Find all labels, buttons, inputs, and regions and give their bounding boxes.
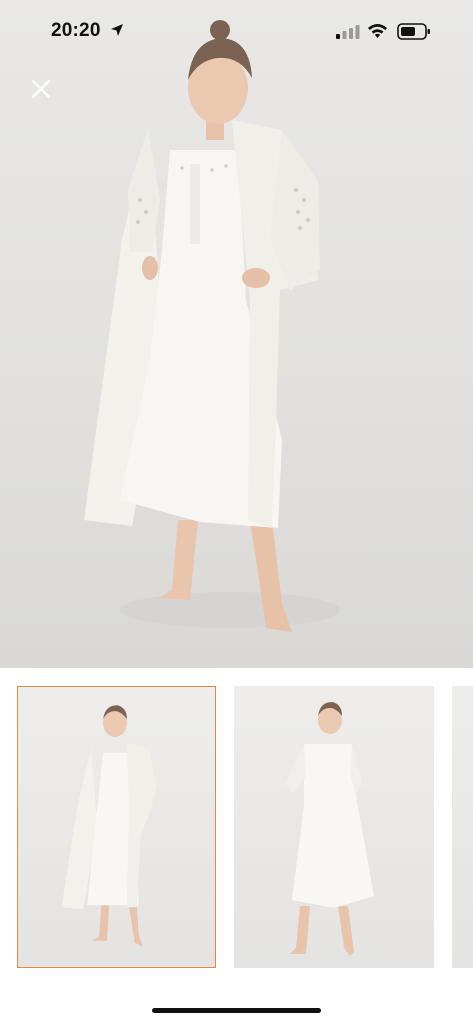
- home-indicator[interactable]: [152, 1008, 321, 1013]
- thumbnail-3[interactable]: [452, 686, 473, 968]
- thumbnail-2-image: [286, 702, 374, 956]
- product-image-viewer[interactable]: 20:20: [0, 0, 473, 668]
- main-product-image[interactable]: [0, 0, 473, 668]
- thumbnail-2[interactable]: [234, 686, 434, 968]
- cellular-signal-icon: [336, 25, 360, 39]
- status-bar: 20:20: [0, 0, 473, 60]
- thumbnail-1-image: [61, 705, 157, 947]
- wifi-icon: [368, 24, 387, 38]
- thumbnail-1[interactable]: [17, 686, 216, 968]
- status-time: 20:20: [51, 20, 101, 41]
- thumbnail-strip[interactable]: [0, 668, 473, 998]
- close-icon[interactable]: [26, 74, 56, 104]
- battery-icon: [397, 23, 430, 40]
- location-arrow-icon: [111, 24, 123, 36]
